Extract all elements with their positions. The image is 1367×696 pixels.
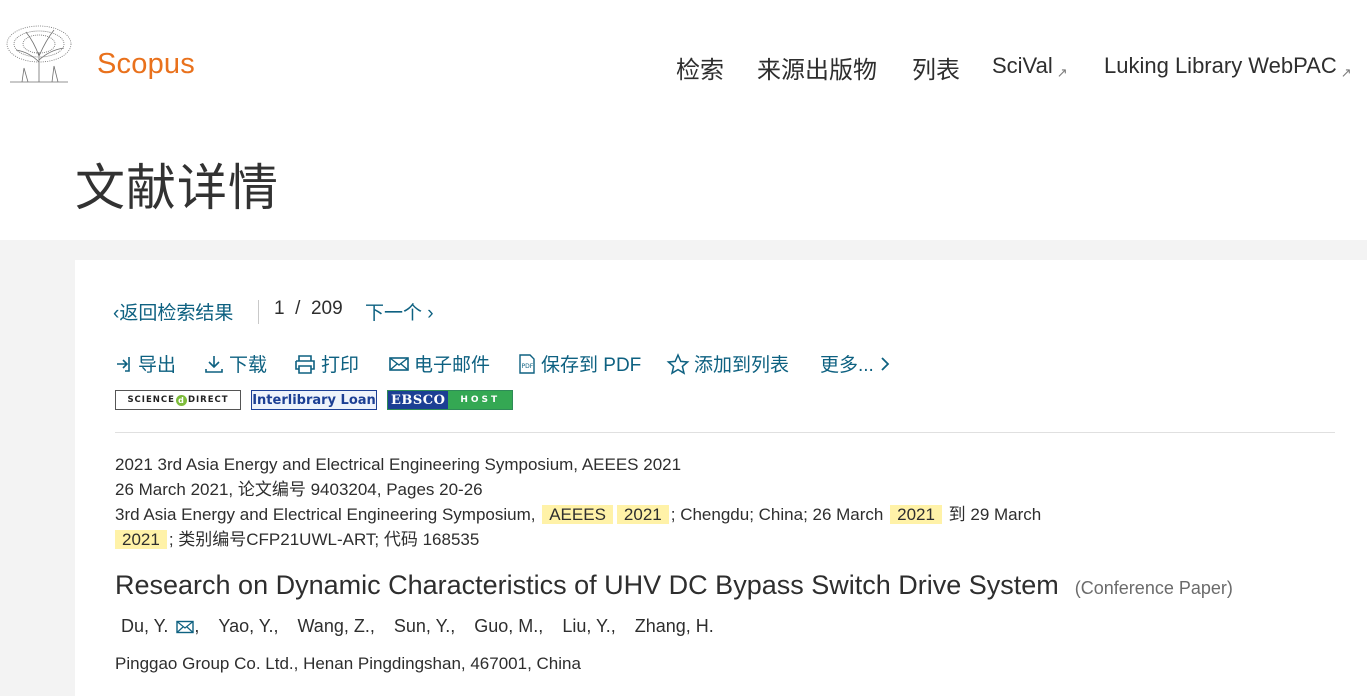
nav-scival-label: SciVal	[992, 53, 1053, 78]
email-icon[interactable]	[176, 620, 195, 634]
author-name: Yao, Y.,	[218, 616, 279, 636]
document-type: (Conference Paper)	[1074, 578, 1233, 598]
export-label: 导出	[138, 355, 177, 376]
sciencedirect-logo-icon: d	[175, 394, 187, 406]
print-label: 打印	[321, 355, 360, 376]
save-pdf-button[interactable]: PDF 保存到 PDF	[517, 350, 641, 377]
separator: /	[295, 298, 301, 319]
more-button[interactable]: 更多...	[820, 350, 892, 377]
document-title: Research on Dynamic Characteristics of U…	[115, 570, 1233, 601]
host-text: HOST	[448, 391, 512, 409]
add-to-list-button[interactable]: 添加到列表	[666, 350, 789, 377]
export-button[interactable]: 导出	[114, 350, 176, 377]
nav-search-label: 检索	[676, 57, 724, 84]
nav-luking-label: Luking Library WebPAC	[1104, 53, 1337, 78]
external-link-icon: ↗	[1340, 65, 1352, 80]
total-count: 209	[310, 298, 343, 319]
source-date-pages: 26 March 2021, 论文编号 9403204, Pages 20-26	[115, 480, 483, 499]
download-button[interactable]: 下载	[203, 350, 267, 377]
author-name: Du, Y.	[121, 616, 169, 636]
print-icon	[295, 354, 315, 374]
interlibrary-label: Interlibrary Loan	[252, 392, 376, 408]
highlight-term: AEEES	[542, 505, 613, 524]
interlibrary-loan-link[interactable]: Interlibrary Loan	[251, 390, 377, 410]
current-index: 1	[274, 298, 285, 319]
chevron-right-icon: ›	[422, 303, 434, 324]
result-position: 1 / 209	[274, 298, 343, 320]
nav-scival[interactable]: SciVal ↗	[992, 53, 1068, 80]
highlight-term: 2021	[890, 505, 942, 524]
source-info: 2021 3rd Asia Energy and Electrical Engi…	[115, 452, 1215, 552]
nav-sources-label: 来源出版物	[757, 57, 877, 84]
ebsco-text: EBSCO	[388, 391, 449, 409]
nav-lists[interactable]: 列表	[912, 50, 960, 85]
author-name: Liu, Y.,	[562, 616, 616, 636]
back-to-results-link[interactable]: ‹返回检索结果	[113, 298, 233, 325]
external-link-icon: ↗	[1056, 65, 1068, 80]
author-name: Sun, Y.,	[393, 616, 456, 636]
sciencedirect-link[interactable]: SCIENCE d DIRECT	[115, 390, 241, 410]
conference-end: 到 29 March	[943, 505, 1042, 524]
nav-search[interactable]: 检索	[676, 50, 724, 85]
email-button[interactable]: 电子邮件	[388, 350, 490, 377]
sciencedirect-text-1: SCIENCE	[127, 395, 175, 405]
highlight-term: 2021	[616, 505, 669, 524]
elsevier-logo-icon[interactable]	[4, 22, 74, 84]
chevron-right-icon	[881, 356, 890, 371]
export-icon	[117, 356, 130, 372]
download-icon	[205, 355, 223, 373]
email-label: 电子邮件	[414, 355, 491, 376]
author-link[interactable]: Yao, Y.,	[218, 616, 278, 637]
divider	[258, 300, 259, 324]
email-icon	[389, 356, 409, 371]
top-header: Scopus 检索 来源出版物 列表 SciVal ↗ Luking Librar…	[0, 0, 1367, 130]
author-name: Guo, M.,	[474, 616, 544, 636]
conference-info-cont: 2021; 类别编号CFP21UWL-ART; 代码 168535	[115, 527, 1215, 552]
author-link[interactable]: Liu, Y.,	[562, 616, 615, 637]
back-label: 返回检索结果	[119, 303, 234, 324]
source-title[interactable]: 2021 3rd Asia Energy and Electrical Engi…	[115, 452, 1215, 477]
nav-luking-library[interactable]: Luking Library WebPAC ↗	[1104, 53, 1352, 80]
save-pdf-label: 保存到 PDF	[541, 355, 642, 376]
conference-codes: ; 类别编号CFP21UWL-ART; 代码 168535	[168, 530, 480, 549]
author-link[interactable]: Du, Y. ,	[121, 616, 199, 637]
author-link[interactable]: Sun, Y.,	[394, 616, 455, 637]
nav-sources[interactable]: 来源出版物	[757, 50, 877, 85]
sciencedirect-text-2: DIRECT	[187, 395, 229, 405]
section-divider	[115, 432, 1335, 433]
pdf-icon: PDF	[519, 353, 535, 374]
next-result-link[interactable]: 下一个 ›	[365, 298, 434, 325]
more-label: 更多...	[820, 355, 874, 376]
highlight-term: 2021	[115, 530, 167, 549]
author-name: Zhang, H.	[634, 616, 714, 636]
conference-location: ; Chengdu; China; 26 March	[670, 505, 889, 524]
star-icon	[666, 352, 690, 375]
author-name: Wang, Z.,	[297, 616, 375, 636]
next-label: 下一个	[365, 303, 423, 324]
print-button[interactable]: 打印	[293, 350, 359, 377]
nav-lists-label: 列表	[912, 57, 960, 84]
author-link[interactable]: Guo, M.,	[474, 616, 543, 637]
document-title-text: Research on Dynamic Characteristics of U…	[115, 570, 1059, 600]
svg-text:PDF: PDF	[522, 363, 534, 370]
download-label: 下载	[229, 355, 268, 376]
conference-info: 3rd Asia Energy and Electrical Engineeri…	[115, 502, 1215, 527]
conference-name: 3rd Asia Energy and Electrical Engineeri…	[115, 505, 541, 524]
author-list: Du, Y. , Yao, Y., Wang, Z., Sun, Y., Guo…	[121, 616, 728, 637]
author-link[interactable]: Wang, Z.,	[297, 616, 374, 637]
page-title: 文献详情	[75, 160, 279, 216]
affiliation: Pinggao Group Co. Ltd., Henan Pingdingsh…	[115, 654, 581, 673]
ebsco-host-link[interactable]: EBSCO HOST	[387, 390, 513, 410]
scopus-brand[interactable]: Scopus	[97, 48, 195, 81]
author-link[interactable]: Zhang, H.	[635, 616, 714, 637]
add-to-list-label: 添加到列表	[694, 355, 790, 376]
